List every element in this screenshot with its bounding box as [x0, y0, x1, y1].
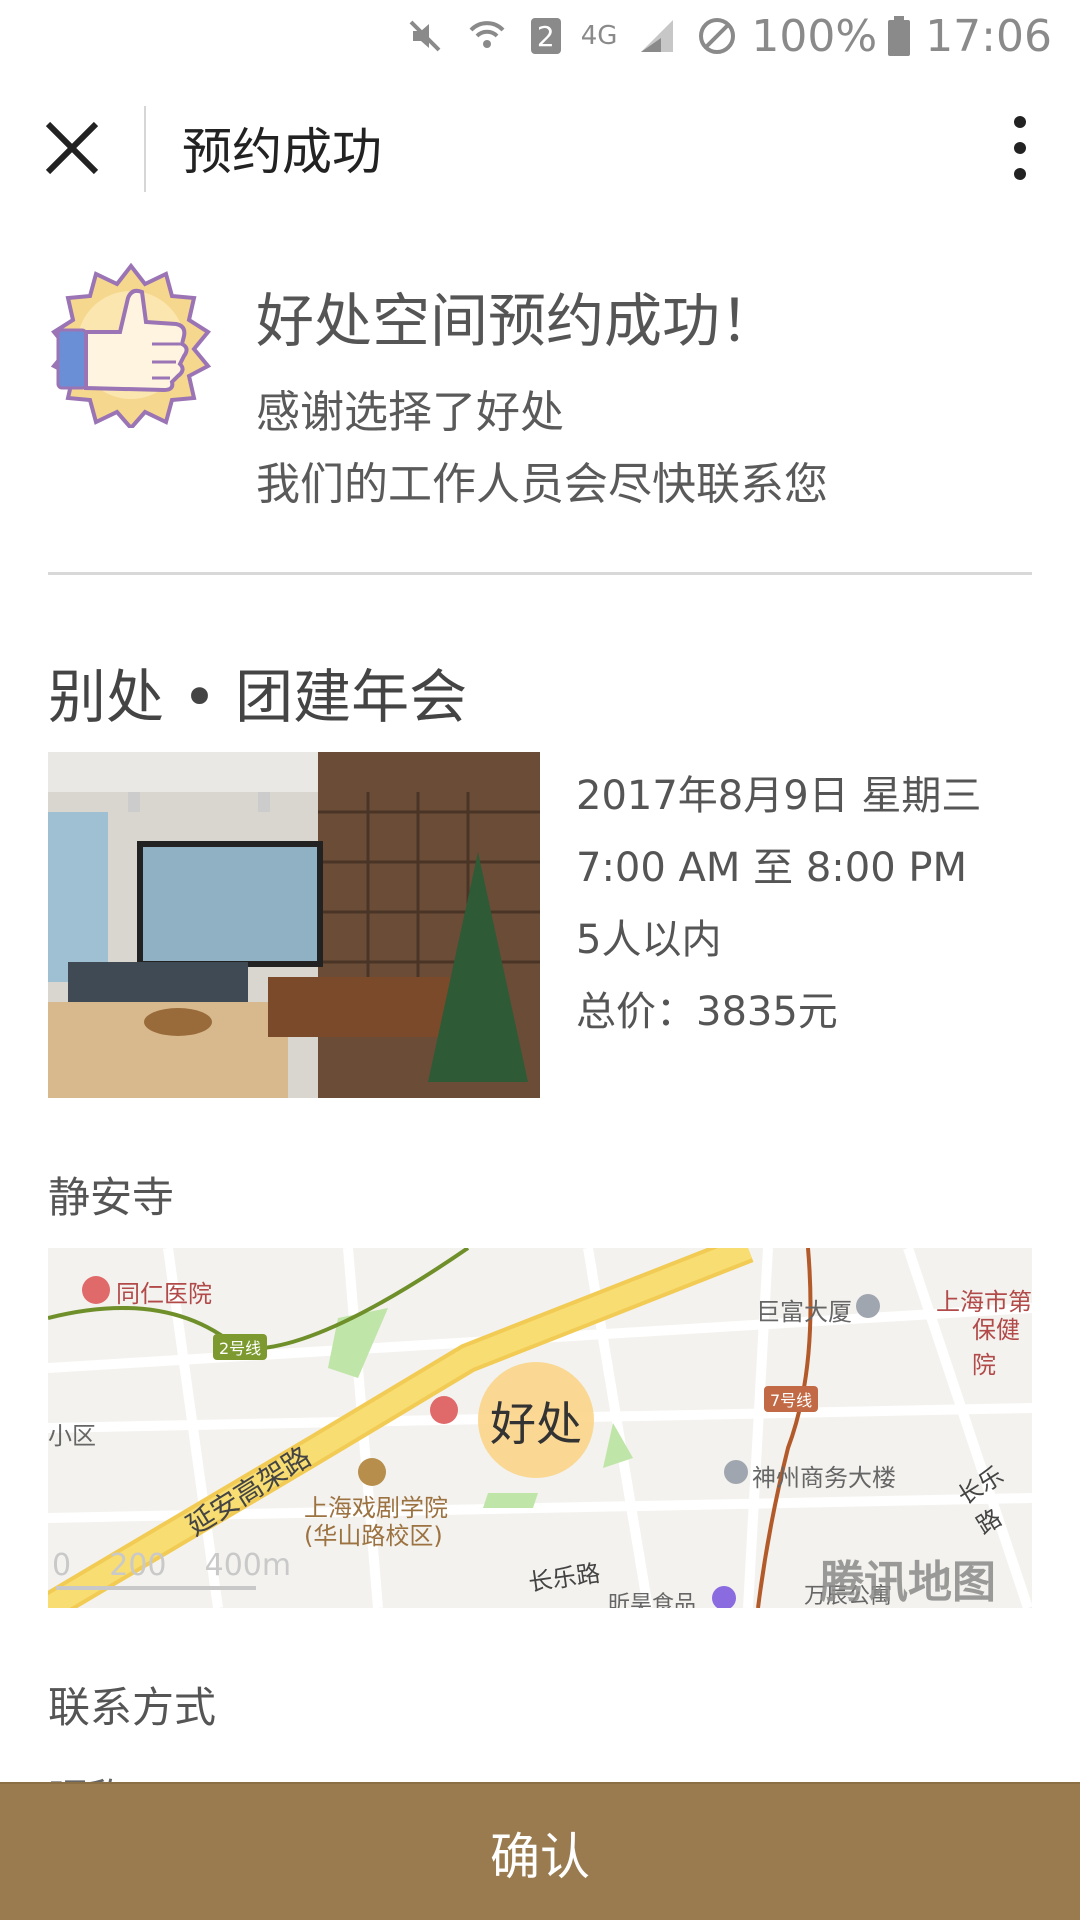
page: 2 4G 100% 17:06 预约成功 好处空间预约成功！ 感谢选择了好处 我… — [0, 0, 1080, 1920]
sim-icon: 2 — [529, 16, 581, 56]
event-date: 2017年8月9日 星期三 — [576, 773, 982, 819]
thumbs-up-badge-icon — [48, 262, 214, 432]
map-label-food: 昕昊食品 — [608, 1592, 697, 1608]
event-capacity: 5人以内 — [576, 917, 722, 963]
contact-section-title: 联系方式 — [48, 1683, 217, 1732]
event-time: 7:00 AM 至 8:00 PM — [576, 845, 968, 891]
event-title: 别处 • 团建年会 — [48, 663, 468, 731]
more-vertical-icon — [1014, 116, 1026, 180]
battery-icon — [887, 16, 911, 56]
page-title: 预约成功 — [182, 123, 382, 181]
map-label-hospital: 同仁医院 — [116, 1280, 212, 1308]
map-brand-logo: 腾讯地图 — [820, 1557, 996, 1608]
map-label-left: 小区 — [48, 1422, 96, 1450]
map-label-line7: 7号线 — [764, 1386, 819, 1412]
event-details: 2017年8月9日 星期三 7:00 AM 至 8:00 PM 5人以内 总价：… — [576, 760, 981, 1048]
map-label-building2b: 保健院 — [972, 1316, 1020, 1379]
event-price: 总价：3835元 — [576, 989, 838, 1035]
signal-icon — [639, 18, 675, 54]
section-divider — [48, 572, 1032, 575]
location-map[interactable]: 同仁医院 2号线 巨富大厦 上海市第 保健院 7号线 小区 延安高架路 上海戏剧… — [48, 1248, 1032, 1608]
success-message-1: 感谢选择了好处 — [256, 387, 564, 438]
close-icon — [45, 121, 99, 175]
clock: 17:06 — [925, 10, 1052, 62]
more-button[interactable] — [1000, 112, 1040, 184]
confirm-button[interactable]: 确认 — [0, 1782, 1080, 1920]
sim-slot-text: 2 — [536, 19, 555, 53]
map-label-school2: (华山路校区) — [304, 1522, 443, 1550]
success-title: 好处空间预约成功！ — [256, 287, 779, 355]
success-message-2: 我们的工作人员会尽快联系您 — [256, 459, 828, 510]
status-bar: 2 4G 100% 17:06 — [0, 0, 1080, 72]
map-label-office: 神州商务大楼 — [752, 1464, 896, 1492]
venue-photo[interactable] — [48, 752, 540, 1098]
map-marker-text[interactable]: 好处 — [490, 1388, 582, 1454]
top-bar: 预约成功 — [0, 88, 1080, 208]
map-label-building1: 巨富大厦 — [756, 1298, 852, 1326]
do-not-disturb-icon — [697, 16, 737, 56]
map-scale-label: 0 200 400m — [52, 1548, 292, 1583]
mute-icon — [405, 16, 445, 56]
location-label: 静安寺 — [48, 1173, 175, 1222]
wifi-icon — [467, 16, 507, 56]
map-label-line2: 2号线 — [213, 1334, 268, 1360]
topbar-divider — [144, 106, 146, 192]
close-button[interactable] — [40, 116, 104, 180]
network-type: 4G — [580, 21, 618, 51]
battery-percent: 100% — [751, 10, 878, 62]
